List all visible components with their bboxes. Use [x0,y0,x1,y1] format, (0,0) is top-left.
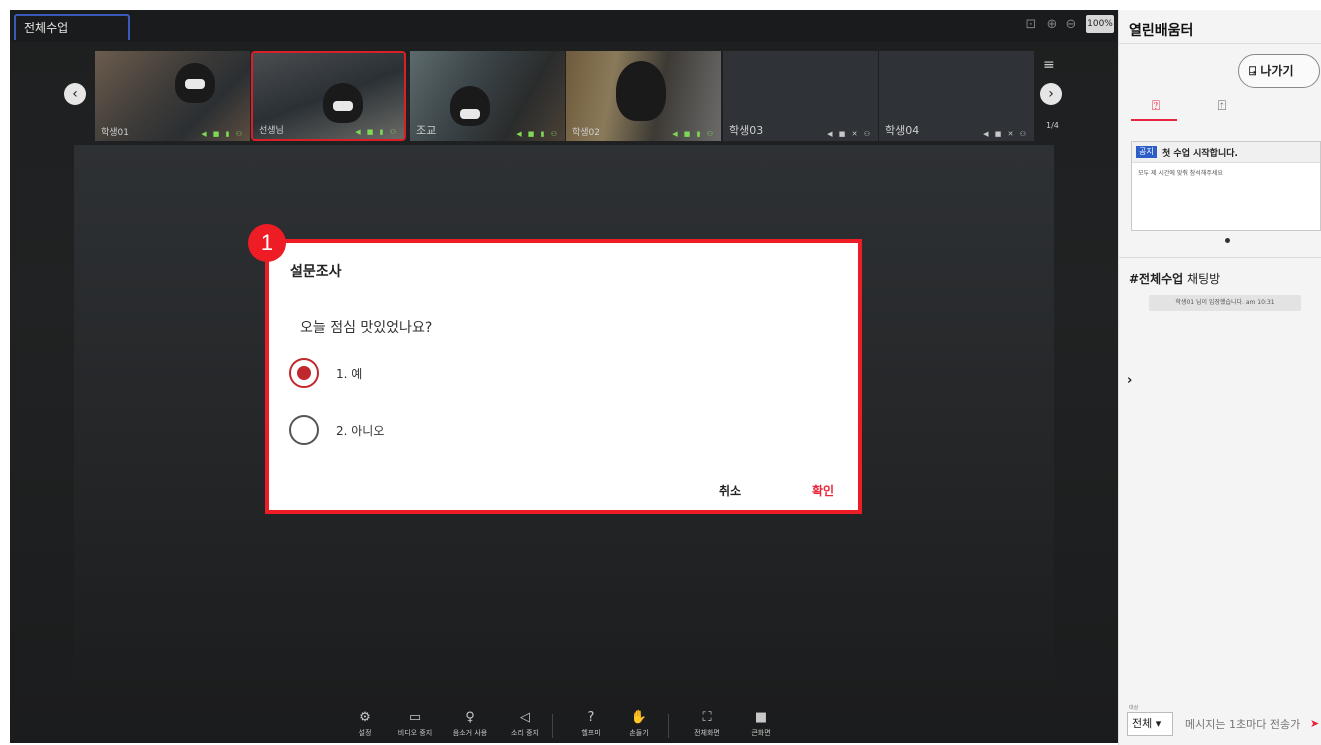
divider [1119,43,1321,44]
participant-name: 학생04 [885,124,920,137]
toolbar-divider [668,714,669,738]
zoom-in-icon[interactable]: ⊕ [1045,18,1059,32]
option-label: 2. 아니오 [336,424,385,438]
survey-question: 오늘 점심 맛있었나요? [300,320,433,336]
system-message: 학생01 님이 입장했습니다. am 10:31 [1149,295,1301,311]
gear-icon: ⚙ [359,710,371,725]
radio-selected[interactable] [289,358,319,388]
filter-icon[interactable]: ≡ [1043,57,1055,73]
status-icons: ◀ ■ ✕ ⚇ [827,130,872,138]
participant-name: 학생01 [101,128,130,138]
fullscreen-button[interactable]: ⛶ 전체화면 [682,710,732,738]
hand-icon: ✋ [630,710,648,725]
notice-header: 공지 첫 수업 시작합니다. [1132,142,1320,163]
notice-body: 모두 제 시간에 맞춰 참석해주세요 [1138,170,1223,177]
target-select[interactable]: 전체 ▾ [1127,712,1173,736]
mute-button[interactable]: ♀ 음소거 사용 [445,710,495,738]
video-tile[interactable]: 학생01 ◀ ■ ▮ ⚇ [95,51,250,141]
dialog-title: 설문조사 [290,264,342,280]
microphone-icon: ♀ [465,710,475,725]
participant-name: 선생님 [259,126,284,136]
notice-card: 공지 첫 수업 시작합니다. 모두 제 시간에 맞춰 참석해주세요 [1131,141,1321,231]
file-tab-icon[interactable]: ⍐ [1211,96,1233,116]
participant-name: 학생03 [729,124,764,137]
speaker-icon: ◁ [520,710,530,725]
option-label: 1. 예 [336,367,363,381]
chat-room-name: #전체수업 [1129,272,1184,286]
exit-label: 나가기 [1260,64,1294,78]
radio-unselected[interactable] [289,415,319,445]
step-badge: 1 [248,224,286,262]
class-tab[interactable]: 전체수업 [14,14,130,40]
camera-icon: ▭ [408,710,422,725]
screen-icon: ■ [754,710,768,725]
raise-hand-button[interactable]: ✋ 손들기 [614,710,664,738]
toolbar-divider [552,714,553,738]
carousel-dot[interactable] [1225,238,1230,243]
confirm-button[interactable]: 확인 [812,482,834,499]
prev-page-button[interactable]: ‹ [64,83,86,105]
status-icons: ◀ ■ ▮ ⚇ [201,130,244,138]
top-bar: 전체수업 ⊡ ⊕ ⊖ 100% [10,10,1118,42]
video-tile[interactable]: 조교 ◀ ■ ▮ ⚇ [410,51,565,141]
status-icons: ◀ ■ ▮ ⚇ [355,128,398,136]
cancel-button[interactable]: 취소 [719,482,741,499]
divider [1119,257,1321,258]
target-label: 대상 [1129,705,1139,711]
video-tile[interactable]: 학생02 ◀ ■ ▮ ⚇ [566,51,721,141]
large-screen-button[interactable]: ■ 큰화면 [736,710,786,738]
video-tile[interactable]: 학생03 ◀ ■ ✕ ⚇ [723,51,878,141]
zoom-out-icon[interactable]: ⊖ [1064,18,1078,32]
exit-button[interactable]: ⍈ 나가기 [1238,54,1320,88]
sidebar-title: 열린배움터 [1129,23,1194,39]
notice-tag: 공지 [1136,146,1157,158]
question-icon: ? [587,710,595,725]
status-icons: ◀ ■ ▮ ⚇ [516,130,559,138]
collapse-sidebar-icon[interactable]: › [1127,373,1132,388]
video-tile-active[interactable]: 선생님 ◀ ■ ▮ ⚇ [251,51,406,141]
survey-dialog: 설문조사 오늘 점심 맛있었나요? 1. 예 2. 아니오 취소 확인 [269,243,858,510]
stop-sound-button[interactable]: ◁ 소리 중지 [500,710,550,738]
status-icons: ◀ ■ ▮ ⚇ [672,130,715,138]
participant-name: 조교 [416,124,437,137]
participant-name: 학생02 [572,128,601,138]
stop-video-button[interactable]: ▭ 비디오 중지 [390,710,440,738]
active-tab-indicator [1131,119,1177,121]
chat-room-title: #전체수업 채팅방 [1129,270,1220,287]
send-icon[interactable]: ➤ [1310,717,1319,730]
next-page-button[interactable]: › [1040,83,1062,105]
exit-icon: ⍈ [1249,64,1261,78]
fullscreen-icon: ⛶ [702,710,712,725]
page-indicator: 1/4 [1046,121,1059,130]
chat-room-suffix: 채팅방 [1183,272,1221,286]
video-tile[interactable]: 학생04 ◀ ■ ✕ ⚇ [879,51,1034,141]
lock-icon[interactable]: ⊡ [1024,18,1038,32]
message-input[interactable] [1179,712,1321,736]
status-icons: ◀ ■ ✕ ⚇ [983,130,1028,138]
chat-tab-icon[interactable]: ⍰ [1145,96,1167,116]
zoom-level: 100% [1086,15,1114,33]
notice-title: 첫 수업 시작합니다. [1162,149,1238,159]
settings-button[interactable]: ⚙ 설정 [340,710,390,738]
sidebar: 열린배움터 ⍈ 나가기 ⍰ ⍐ 공지 첫 수업 시작합니다. 모두 제 시간에 … [1118,10,1321,745]
help-me-button[interactable]: ? 헬프미 [566,710,616,738]
